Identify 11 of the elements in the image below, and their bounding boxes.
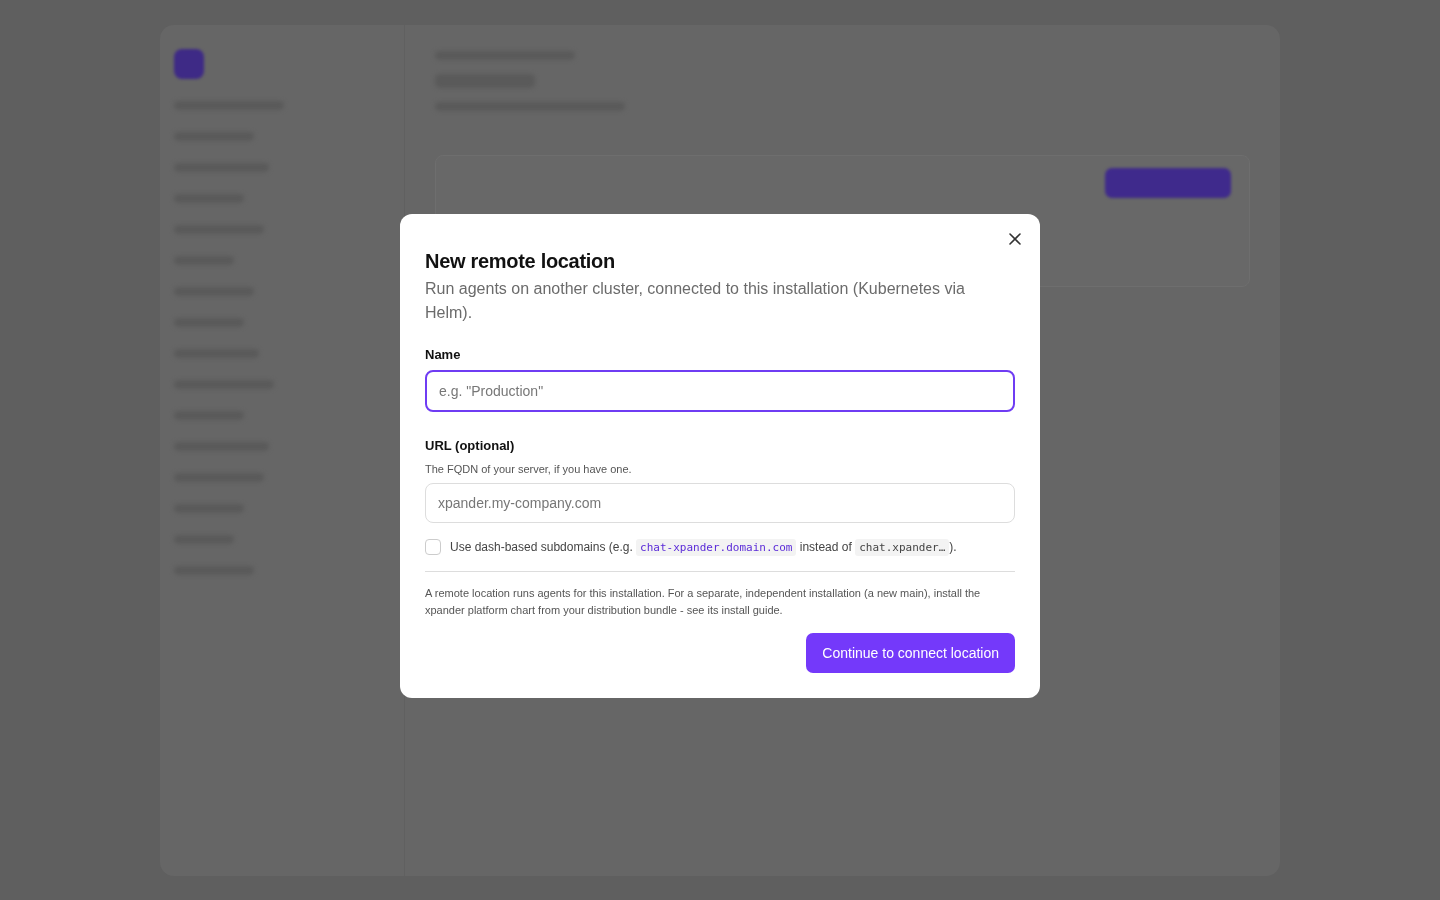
dialog-description: Run agents on another cluster, connected to this installation (Kubernetes via Helm). xyxy=(425,279,966,323)
continue-button[interactable]: Continue to connect location xyxy=(806,633,1015,673)
checkbox[interactable] xyxy=(425,539,441,555)
field-hint: The FQDN of your server, if you have one. xyxy=(425,463,633,475)
close-icon[interactable] xyxy=(1008,232,1022,246)
field-label: URL (optional) xyxy=(425,438,516,453)
checkbox-label: Use dash-based subdomains (e.g. chat-xpander.domain.com instead of chat.xpander… ). xyxy=(450,540,957,554)
field-label: Name xyxy=(425,347,462,362)
dialog-title: New remote location xyxy=(425,250,616,273)
info-note: A remote location runs agents for this installation. For a separate, independent installation (a new main), install the xpander platform chart from your distribution bundle - see its install guide. xyxy=(425,586,982,618)
input-field[interactable]: e.g. "Production" xyxy=(425,370,1015,412)
